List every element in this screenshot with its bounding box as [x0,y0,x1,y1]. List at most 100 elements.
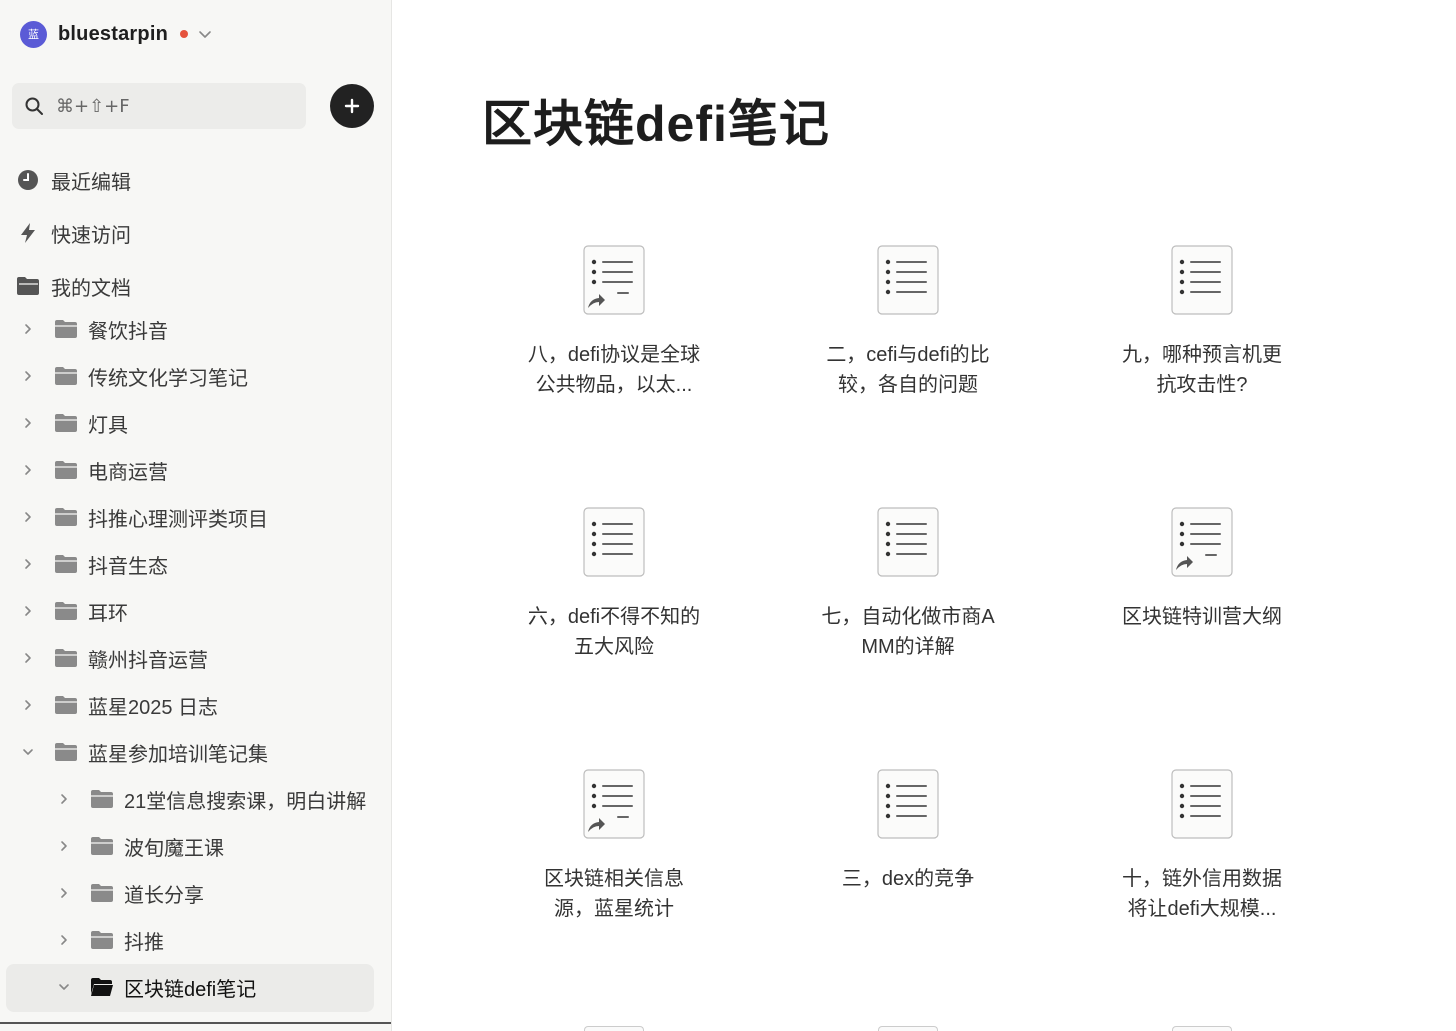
tree-item[interactable]: 抖推 [56,920,164,960]
doc-card-peek [1172,1026,1232,1031]
folder-open-icon [16,274,40,298]
document-title-line: 抗攻击性? [1156,374,1248,396]
chevron-right-icon[interactable] [20,697,36,713]
folder-icon [54,413,78,433]
tree-item-label: 灯具 [88,414,128,437]
account-name: bluestarpin [58,22,168,45]
document-title: 区块链相关信息 源，蓝星统计 [504,864,724,924]
tree-item[interactable]: 赣州抖音运营 [20,638,208,678]
folder-icon [90,883,114,903]
document-title-line: 六，defi不得不知的 [527,606,701,628]
account-switcher[interactable]: 蓝 bluestarpin [20,20,212,48]
document-title: 区块链特训营大纲 [1092,602,1312,632]
chevron-right-icon[interactable] [20,509,36,525]
document-title-line: 五大风险 [574,636,654,658]
page-title: 区块链defi笔记 [482,96,830,152]
folder-icon [54,742,78,762]
document-card[interactable]: 二，cefi与defi的比 较，各自的问题 [798,244,1018,400]
nav-quick-access[interactable]: 快速访问 [16,217,131,249]
document-icon [876,768,940,840]
folder-icon [90,930,114,950]
document-title-line: 较，各自的问题 [838,374,978,396]
tree-item[interactable]: 耳环 [20,591,128,631]
document-icon [1170,244,1234,316]
folder-icon [54,319,78,339]
tree-item[interactable]: 抖推心理测评类项目 [20,497,268,537]
document-title-line: 八，defi协议是全球 [527,344,701,366]
document-title-line: 区块链特训营大纲 [1122,606,1282,628]
chevron-right-icon[interactable] [20,415,36,431]
document-card[interactable]: 六，defi不得不知的 五大风险 [504,506,724,662]
tree-item-label: 耳环 [88,602,128,625]
nav-recent-edits[interactable]: 最近编辑 [16,164,131,196]
app-window: 蓝 bluestarpin ⌘+⇧+F 最近编辑 快速访问 我的文档 餐饮抖音 … [0,0,1456,1031]
tree-item[interactable]: 抖音生态 [20,544,168,584]
nav-label: 快速访问 [51,224,131,247]
tree-item-label: 道长分享 [124,884,204,907]
document-icon [876,244,940,316]
document-title: 三，dex的竞争 [798,864,1018,894]
folder-icon [54,554,78,574]
status-dot [180,30,188,38]
chevron-right-icon[interactable] [20,603,36,619]
tree-item-label: 蓝星参加培训笔记集 [88,743,268,766]
tree-item[interactable]: 传统文化学习笔记 [20,356,248,396]
document-title-line: 源，蓝星统计 [554,898,674,920]
doc-card-peek [878,1026,938,1031]
document-card[interactable]: 三，dex的竞争 [798,768,1018,894]
chevron-right-icon[interactable] [20,368,36,384]
tree-item[interactable]: 波旬魔王课 [56,826,224,866]
folder-icon [54,460,78,480]
folder-icon [54,695,78,715]
tree-item-label: 抖推 [124,931,164,954]
doc-card-peek [584,1026,644,1031]
shared-document-icon [1170,506,1234,578]
chevron-down-icon[interactable] [56,979,72,995]
chevron-right-icon[interactable] [20,650,36,666]
clock-icon [16,168,40,192]
document-card[interactable]: 八，defi协议是全球 公共物品，以太... [504,244,724,400]
document-title: 二，cefi与defi的比 较，各自的问题 [798,340,1018,400]
search-box[interactable] [12,83,306,129]
chevron-right-icon[interactable] [20,556,36,572]
tree-item[interactable]: 21堂信息搜索课，明白讲解 [56,779,366,819]
tree-item-label: 抖推心理测评类项目 [88,508,268,531]
chevron-right-icon[interactable] [56,838,72,854]
tree-item-label: 电商运营 [88,461,168,484]
document-card[interactable]: 区块链特训营大纲 [1092,506,1312,632]
tree-item[interactable]: 蓝星2025 日志 [20,685,218,725]
tree-item[interactable]: 灯具 [20,403,128,443]
tree-item[interactable]: 餐饮抖音 [20,309,168,349]
nav-my-documents[interactable]: 我的文档 [16,270,131,302]
document-card[interactable]: 区块链相关信息 源，蓝星统计 [504,768,724,924]
folder-icon [90,789,114,809]
document-card[interactable]: 九，哪种预言机更 抗攻击性? [1092,244,1312,400]
folder-icon [54,601,78,621]
document-title-line: 三，dex的竞争 [841,868,975,890]
chevron-right-icon[interactable] [56,885,72,901]
document-card[interactable]: 十，链外信用数据 将让defi大规模... [1092,768,1312,924]
tree-item[interactable]: 区块链defi笔记 [56,967,256,1007]
search-input[interactable] [56,95,276,117]
folder-icon [54,366,78,386]
chevron-right-icon[interactable] [20,321,36,337]
tree-item[interactable]: 道长分享 [56,873,204,913]
shared-document-icon [582,244,646,316]
document-title: 八，defi协议是全球 公共物品，以太... [504,340,724,400]
document-title: 七，自动化做市商A MM的详解 [798,602,1018,662]
chevron-down-icon[interactable] [20,744,36,760]
tree-item-label: 区块链defi笔记 [124,978,257,1001]
document-card[interactable]: 七，自动化做市商A MM的详解 [798,506,1018,662]
tree-item[interactable]: 电商运营 [20,450,168,490]
search-icon [25,97,43,115]
document-title-line: 十，链外信用数据 [1122,868,1282,890]
chevron-right-icon[interactable] [20,462,36,478]
folder-open-icon [90,977,114,997]
add-button[interactable] [330,84,374,128]
chevron-right-icon[interactable] [56,791,72,807]
chevron-right-icon[interactable] [56,932,72,948]
tree-item[interactable]: 蓝星参加培训笔记集 [20,732,268,772]
tree-item-label: 蓝星2025 日志 [88,696,219,719]
avatar: 蓝 [20,20,47,48]
shared-document-icon [582,768,646,840]
